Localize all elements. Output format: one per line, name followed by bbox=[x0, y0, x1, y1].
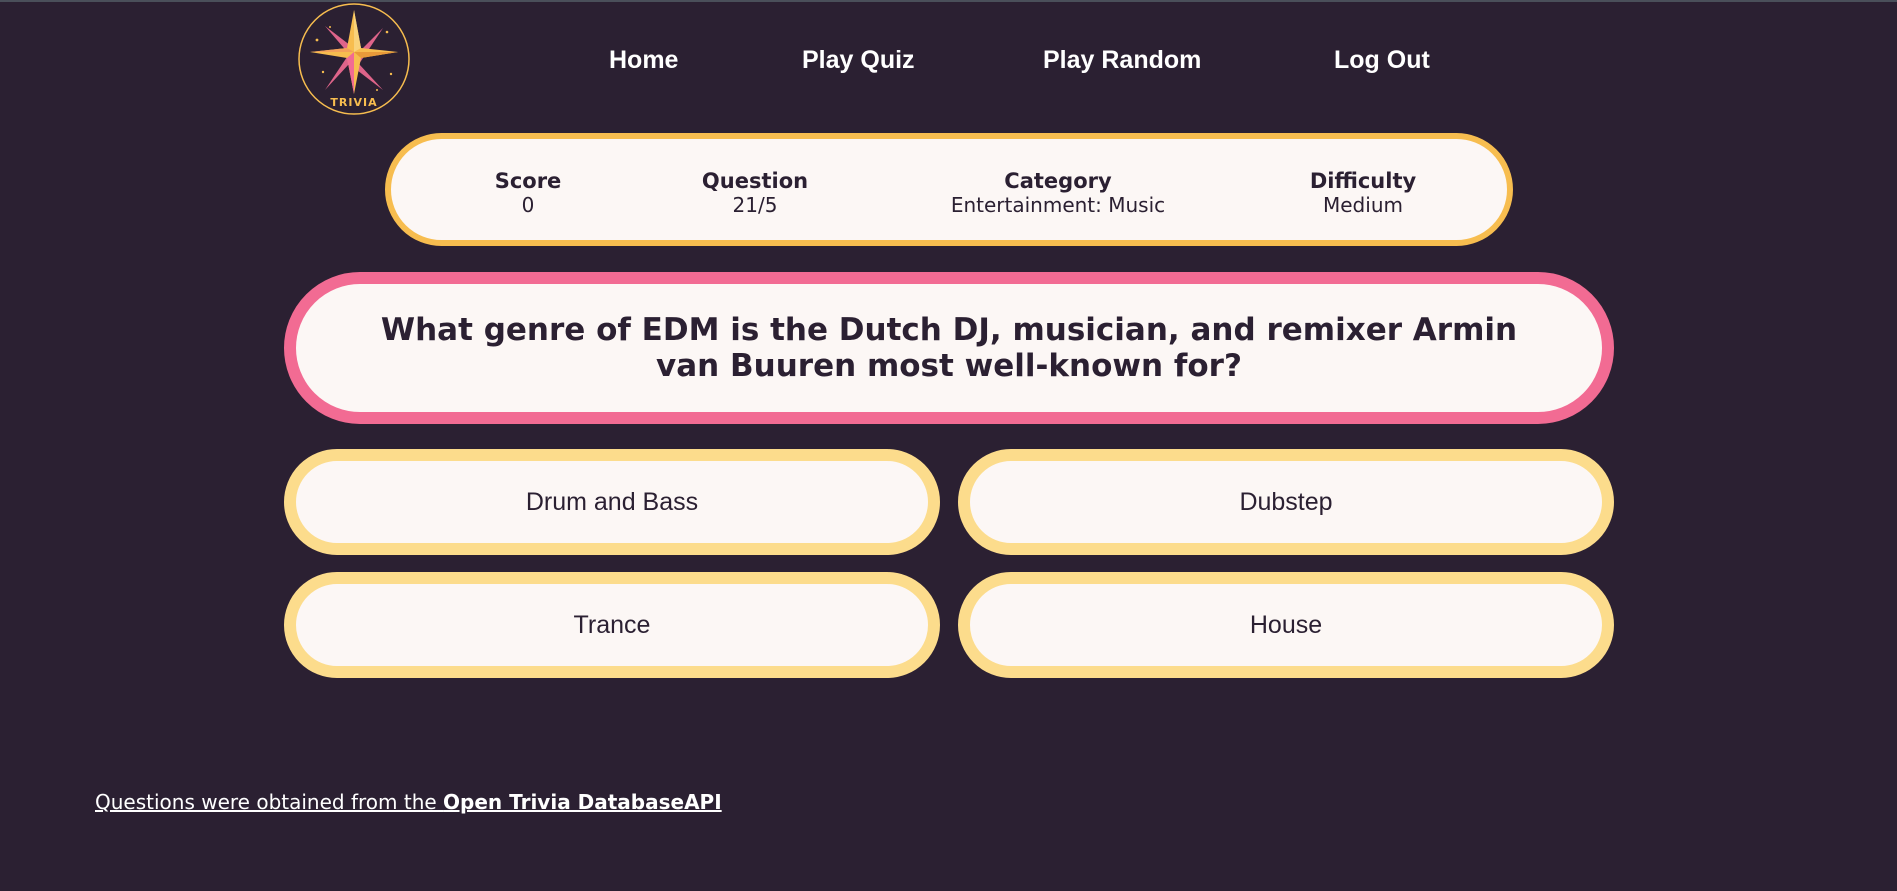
question-card: What genre of EDM is the Dutch DJ, music… bbox=[284, 272, 1614, 424]
question-text: What genre of EDM is the Dutch DJ, music… bbox=[380, 312, 1518, 384]
nav-log-out[interactable]: Log Out bbox=[1334, 40, 1430, 80]
stat-category-label: Category bbox=[1004, 169, 1112, 193]
open-trivia-link[interactable]: Open Trivia DatabaseAPI bbox=[443, 790, 722, 814]
top-border bbox=[0, 0, 1897, 2]
stat-category-value: Entertainment: Music bbox=[950, 193, 1166, 217]
logo-text: TRIVIA bbox=[330, 96, 378, 109]
nav-home[interactable]: Home bbox=[609, 40, 678, 80]
stat-score-label: Score bbox=[494, 169, 562, 193]
footer-credit: Questions were obtained from the Open Tr… bbox=[95, 790, 722, 814]
stat-question-label: Question bbox=[701, 169, 809, 193]
stat-score: Score 0 bbox=[495, 169, 562, 217]
nav-play-quiz[interactable]: Play Quiz bbox=[802, 40, 915, 80]
stat-difficulty: Difficulty Medium bbox=[1310, 169, 1416, 217]
main-nav: Home Play Quiz Play Random Log Out bbox=[0, 40, 1897, 80]
nav-play-random[interactable]: Play Random bbox=[1043, 40, 1201, 80]
stat-difficulty-label: Difficulty bbox=[1309, 169, 1417, 193]
stat-score-value: 0 bbox=[521, 193, 535, 217]
stat-difficulty-value: Medium bbox=[1323, 193, 1403, 217]
footer-text: Questions were obtained from the bbox=[95, 790, 444, 814]
answer-option-2[interactable]: Dubstep bbox=[958, 449, 1614, 555]
answer-option-4[interactable]: House bbox=[958, 572, 1614, 678]
answer-option-1[interactable]: Drum and Bass bbox=[284, 449, 940, 555]
stat-category: Category Entertainment: Music bbox=[951, 169, 1165, 217]
quiz-stats-bar: Score 0 Question 21/5 Category Entertain… bbox=[385, 133, 1513, 246]
answer-option-3[interactable]: Trance bbox=[284, 572, 940, 678]
stat-question: Question 21/5 bbox=[702, 169, 808, 217]
stat-question-value: 21/5 bbox=[732, 193, 778, 217]
